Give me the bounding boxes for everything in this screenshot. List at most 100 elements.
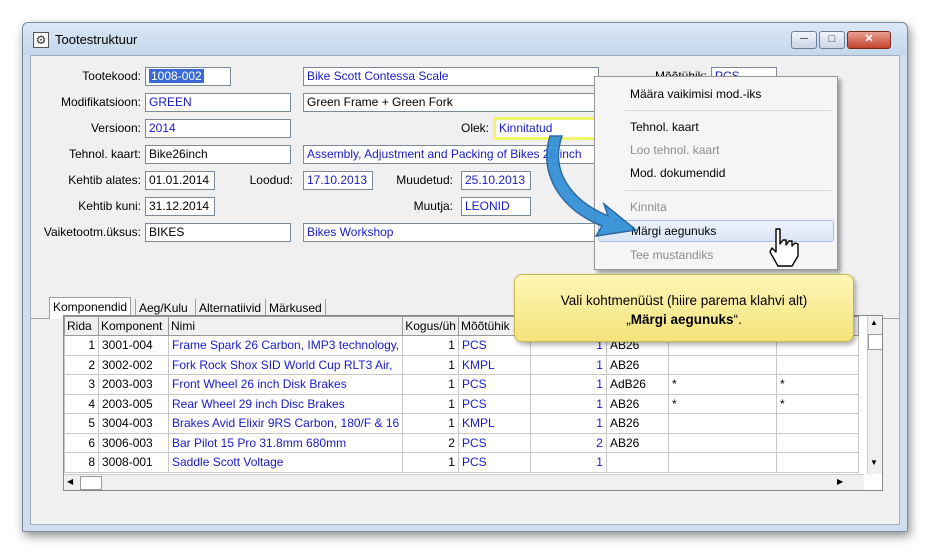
table-cell[interactable]: * <box>667 393 777 414</box>
grid-header-col-3[interactable]: Kogus/üh <box>402 316 459 336</box>
table-cell[interactable]: 1 <box>529 413 607 434</box>
title-bar[interactable]: ⚙ Tootestruktuur ─ □ ✕ <box>23 23 907 55</box>
table-cell[interactable]: 2003-005 <box>98 393 169 414</box>
callout-bold: Märgi aegunuks <box>630 312 734 327</box>
kehtib-alates-label: Kehtib alates: <box>68 173 141 187</box>
table-cell[interactable]: Rear Wheel 29 inch Disc Brakes <box>167 393 404 414</box>
loodud-label: Loodud: <box>249 173 293 187</box>
scroll-thumb[interactable] <box>868 334 882 350</box>
table-cell[interactable]: KMPL <box>457 354 531 375</box>
table-cell[interactable]: Brakes Avid Elixir 9RS Carbon, 180/F & 1… <box>167 413 404 434</box>
table-cell[interactable]: Bar Pilot 15 Pro 31.8mm 680mm <box>167 432 404 453</box>
table-cell[interactable]: PCS <box>457 393 531 414</box>
table-cell[interactable]: 2003-003 <box>98 374 169 395</box>
table-cell[interactable] <box>775 452 859 473</box>
table-cell[interactable]: 1 <box>402 413 459 434</box>
tootekood-value: 1008-002 <box>149 69 204 83</box>
app-icon: ⚙ <box>33 32 49 48</box>
kehtib-kuni-field[interactable]: 31.12.2014 <box>145 197 215 216</box>
table-cell[interactable]: * <box>775 374 859 395</box>
menu-separator <box>625 110 831 111</box>
table-row[interactable]: 2 3002-002 Fork Rock Shox SID World Cup RL… <box>64 354 859 375</box>
table-cell[interactable] <box>775 432 859 453</box>
table-cell[interactable]: 6 <box>64 432 99 453</box>
table-cell[interactable]: 1 <box>529 374 607 395</box>
table-cell[interactable]: 1 <box>402 354 459 375</box>
table-cell[interactable] <box>775 354 859 375</box>
table-cell[interactable]: AB26 <box>605 432 669 453</box>
scroll-up-icon[interactable]: ▲ <box>870 318 878 327</box>
table-cell[interactable]: 2 <box>402 432 459 453</box>
table-cell[interactable]: 3 <box>64 374 99 395</box>
table-cell[interactable]: 1 <box>64 335 99 356</box>
tehnol-kaart-label: Tehnol. kaart: <box>68 147 141 161</box>
table-cell[interactable]: 3006-003 <box>98 432 169 453</box>
table-cell[interactable]: 4 <box>64 393 99 414</box>
table-row[interactable]: 5 3004-003 Brakes Avid Elixir 9RS Carbon, … <box>64 413 859 434</box>
scroll-left-icon[interactable]: ◀ <box>67 477 73 486</box>
table-cell[interactable]: 8 <box>64 452 99 473</box>
table-cell[interactable]: AB26 <box>605 413 669 434</box>
maximize-button[interactable]: □ <box>819 31 845 49</box>
table-cell[interactable]: 3004-003 <box>98 413 169 434</box>
table-cell[interactable]: 1 <box>529 452 607 473</box>
tootekood-field[interactable]: 1008-002 <box>145 67 231 86</box>
table-row[interactable]: 8 3008-001 Saddle Scott Voltage 1 PCS 1 <box>64 452 859 473</box>
minimize-button[interactable]: ─ <box>791 31 817 49</box>
table-cell[interactable]: 1 <box>402 452 459 473</box>
scroll-right-icon[interactable]: ▶ <box>837 477 843 486</box>
table-cell[interactable] <box>667 413 777 434</box>
tootekood-name: Bike Scott Contessa Scale <box>303 67 599 86</box>
grid-header-col-2[interactable]: Nimi <box>167 316 404 336</box>
kehtib-alates-field[interactable]: 01.01.2014 <box>145 171 215 190</box>
scroll-down-icon[interactable]: ▼ <box>870 458 878 467</box>
table-cell[interactable]: * <box>667 374 777 395</box>
table-cell[interactable]: AB26 <box>605 393 669 414</box>
modifikatsioon-name[interactable]: Green Frame + Green Fork <box>303 93 599 112</box>
vaiketootm-field[interactable]: BIKES <box>145 223 291 242</box>
table-cell[interactable]: * <box>775 393 859 414</box>
table-row[interactable]: 3 2003-003 Front Wheel 26 inch Disk Brakes… <box>64 374 859 395</box>
table-cell[interactable]: 1 <box>402 374 459 395</box>
table-cell[interactable]: PCS <box>457 374 531 395</box>
table-cell[interactable] <box>667 432 777 453</box>
table-cell[interactable]: 3002-002 <box>98 354 169 375</box>
table-row[interactable]: 6 3006-003 Bar Pilot 15 Pro 31.8mm 680mm 2 P… <box>64 432 859 453</box>
menu-item-maara-vaikimisi[interactable]: Määra vaikimisi mod.-iks <box>598 83 834 105</box>
table-cell[interactable]: 5 <box>64 413 99 434</box>
table-row[interactable]: 4 2003-005 Rear Wheel 29 inch Disc Brakes 1… <box>64 393 859 414</box>
table-cell[interactable] <box>605 452 669 473</box>
table-cell[interactable]: AB26 <box>605 354 669 375</box>
hint-callout: Vali kohtmenüüst (hiire parema klahvi al… <box>514 274 854 342</box>
olek-label: Olek: <box>460 121 489 135</box>
hscroll-thumb[interactable] <box>80 476 102 490</box>
table-cell[interactable]: Front Wheel 26 inch Disk Brakes <box>167 374 404 395</box>
table-cell[interactable]: 2 <box>529 432 607 453</box>
table-cell[interactable]: PCS <box>457 432 531 453</box>
table-cell[interactable]: 3001-004 <box>98 335 169 356</box>
modifikatsioon-field[interactable]: GREEN <box>145 93 291 112</box>
table-cell[interactable]: KMPL <box>457 413 531 434</box>
close-button[interactable]: ✕ <box>847 31 891 49</box>
table-cell[interactable]: 1 <box>529 393 607 414</box>
table-cell[interactable] <box>775 413 859 434</box>
horizontal-scrollbar[interactable]: ◀ ▶ <box>64 474 864 490</box>
kehtib-kuni-label: Kehtib kuni: <box>78 199 141 213</box>
table-cell[interactable] <box>667 354 777 375</box>
table-cell[interactable]: AdB26 <box>605 374 669 395</box>
vertical-scrollbar[interactable]: ▲ ▼ <box>867 316 882 474</box>
table-cell[interactable]: 1 <box>402 393 459 414</box>
tehnol-kaart-field[interactable]: Bike26inch <box>145 145 291 164</box>
table-cell[interactable]: 1 <box>402 335 459 356</box>
table-cell[interactable]: PCS <box>457 452 531 473</box>
table-cell[interactable]: Fork Rock Shox SID World Cup RLT3 Air, <box>167 354 404 375</box>
grid-header-col-0[interactable]: Rida <box>64 316 99 336</box>
grid-header-col-1[interactable]: Komponent <box>98 316 169 336</box>
table-cell[interactable]: 3008-001 <box>98 452 169 473</box>
table-cell[interactable]: Saddle Scott Voltage <box>167 452 404 473</box>
table-cell[interactable] <box>667 452 777 473</box>
versioon-field[interactable]: 2014 <box>145 119 291 138</box>
table-cell[interactable]: 2 <box>64 354 99 375</box>
table-cell[interactable]: Frame Spark 26 Carbon, IMP3 technology, <box>167 335 404 356</box>
table-cell[interactable]: 1 <box>529 354 607 375</box>
